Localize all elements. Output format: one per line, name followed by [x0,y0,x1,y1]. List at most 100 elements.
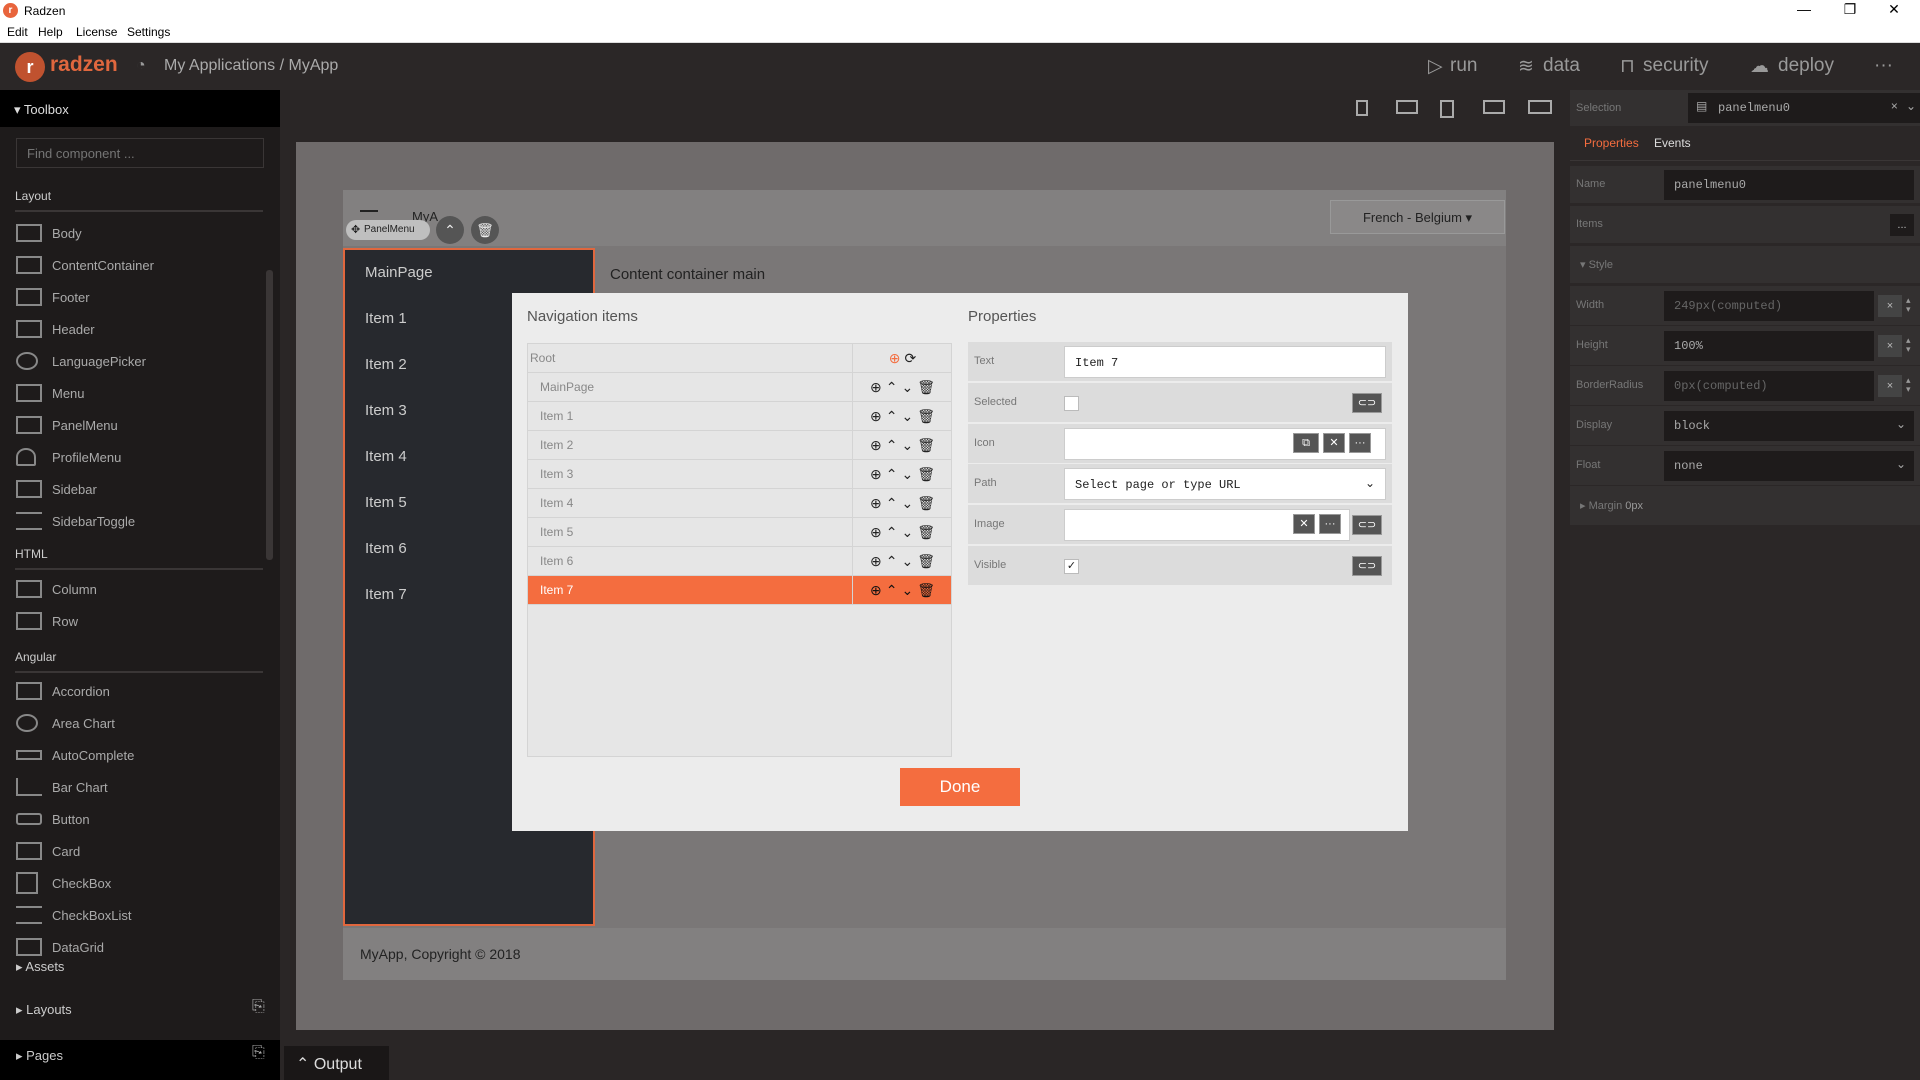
open-external-icon[interactable]: ⧉ [1293,433,1319,453]
clear-icon[interactable]: ✕ [1323,433,1345,453]
trash-icon[interactable]: 🗑 [917,582,935,599]
trash-icon[interactable]: 🗑 [917,408,935,425]
toolbox-item-autocomplete[interactable]: AutoComplete [0,739,260,771]
move-down-icon[interactable]: ⌄ [901,408,913,425]
find-component-input[interactable] [16,138,264,168]
trash-icon[interactable]: 🗑 [917,379,935,396]
move-up-icon[interactable]: ⌃ [886,553,898,570]
tab-events[interactable]: Events [1654,136,1691,150]
bind-link-icon[interactable]: ⊂⊃ [1352,393,1382,413]
prop-margin[interactable]: ▸ Margin 0px [1570,486,1920,526]
toolbox-item-button[interactable]: Button [0,803,260,835]
footer-layouts[interactable]: ▸ Layouts [16,1002,72,1018]
nav-data[interactable]: data [1543,55,1580,77]
menu-help[interactable]: Help [38,25,63,39]
tree-row[interactable]: Item 1 ⊕ ⌃ ⌄ 🗑 [528,402,951,431]
nav-deploy[interactable]: deploy [1778,55,1834,77]
text-input[interactable]: Item 7 [1064,346,1386,378]
name-input[interactable]: panelmenu0 [1664,170,1914,200]
border-radius-input[interactable]: 0px(computed) [1664,371,1874,401]
width-input[interactable]: 249px(computed) [1664,291,1874,321]
tablet-landscape-icon[interactable] [1483,100,1505,114]
more-icon[interactable]: ··· [1319,514,1341,534]
toolbox-item-row[interactable]: Row [0,605,260,637]
tree-row-selected[interactable]: Item 7 ⊕ ⌃ ⌄ 🗑 [528,576,951,605]
bind-link-icon[interactable]: ⊂⊃ [1352,515,1382,535]
add-icon[interactable]: ⊕ [870,437,882,454]
move-up-icon[interactable]: ⌃ [886,408,898,425]
toolbox-item-checkboxlist[interactable]: CheckBoxList [0,899,260,931]
move-down-icon[interactable]: ⌄ [901,466,913,483]
done-button[interactable]: Done [900,768,1020,806]
toolbox-item-profilemenu[interactable]: ProfileMenu [0,441,260,473]
add-icon[interactable]: ⊕ [870,553,882,570]
trash-icon[interactable]: 🗑 [917,466,935,483]
visible-checkbox[interactable]: ✓ [1064,559,1079,574]
add-icon[interactable]: ⊕ [870,524,882,541]
toolbox-item-area-chart[interactable]: Area Chart [0,707,260,739]
tree-row[interactable]: Item 4 ⊕ ⌃ ⌄ 🗑 [528,489,951,518]
tree-row[interactable]: Item 5 ⊕ ⌃ ⌄ 🗑 [528,518,951,547]
clear-icon[interactable]: ✕ [1293,514,1315,534]
menu-license[interactable]: License [76,25,117,39]
move-down-icon[interactable]: ⌄ [901,582,913,599]
add-icon[interactable]: ⊕ [870,582,882,599]
add-layout-icon[interactable]: ⎘ [252,998,265,1016]
language-picker[interactable]: French - Belgium ▾ [1330,200,1505,234]
toolbox-item-panelmenu[interactable]: PanelMenu [0,409,260,441]
items-edit-button[interactable]: ... [1890,214,1914,236]
stepper-icon[interactable]: ▴ ▾ [1906,296,1911,314]
refresh-icon[interactable]: ⟳ [905,350,917,367]
move-up-icon[interactable]: ⌃ [886,437,898,454]
clear-icon[interactable]: × [1878,295,1902,317]
height-input[interactable]: 100% [1664,331,1874,361]
toolbox-scrollbar[interactable] [266,270,273,560]
toolbox-item-column[interactable]: Column [0,573,260,605]
footer-assets[interactable]: ▸ Assets [16,959,64,975]
move-up-icon[interactable]: ⌃ [886,495,898,512]
toolbox-item-footer[interactable]: Footer [0,281,260,313]
phone-icon[interactable] [1356,100,1368,116]
stepper-icon[interactable]: ▴ ▾ [1906,336,1911,354]
toolbox-item-sidebartoggle[interactable]: SidebarToggle [0,505,260,537]
tablet-icon[interactable] [1440,100,1454,118]
nav-security[interactable]: security [1643,55,1708,77]
breadcrumb[interactable]: My Applications / MyApp [164,57,338,75]
trash-icon[interactable]: 🗑 [917,437,935,454]
nav-run[interactable]: run [1450,55,1477,77]
move-up-icon[interactable]: ⌃ [886,524,898,541]
toolbox-header[interactable]: ▾ Toolbox [0,90,280,127]
toolbox-item-sidebar[interactable]: Sidebar [0,473,260,505]
move-down-icon[interactable]: ⌄ [901,495,913,512]
clear-icon[interactable]: × [1878,335,1902,357]
desktop-icon[interactable] [1528,100,1552,114]
toolbox-item-languagepicker[interactable]: LanguagePicker [0,345,260,377]
move-up-icon[interactable]: ⌃ [886,379,898,396]
toolbox-item-contentcontainer[interactable]: ContentContainer [0,249,260,281]
add-icon[interactable]: ⊕ [889,350,901,367]
move-up-icon[interactable]: ⌃ [886,582,898,599]
toolbox-item-card[interactable]: Card [0,835,260,867]
move-icon[interactable]: ✥ [351,223,360,236]
menu-settings[interactable]: Settings [127,25,170,39]
style-section[interactable]: ▾ Style [1570,246,1920,284]
trash-icon[interactable]: 🗑 [917,495,935,512]
toolbox-item-header[interactable]: Header [0,313,260,345]
clear-icon[interactable]: × [1891,100,1898,114]
toolbox-item-body[interactable]: Body [0,217,260,249]
move-up-button[interactable]: ⌃ [436,216,464,244]
selection-select[interactable]: panelmenu0 ▤ × ⌄ [1688,93,1920,123]
toolbox-item-bar-chart[interactable]: Bar Chart [0,771,260,803]
output-toggle[interactable]: ⌃ Output [284,1046,389,1080]
tree-row[interactable]: MainPage ⊕ ⌃ ⌄ 🗑 [528,373,951,402]
footer-pages[interactable]: ▸ Pages [16,1048,63,1064]
restore-button[interactable]: ❐ [1830,1,1870,18]
toolbox-item-checkbox[interactable]: CheckBox [0,867,260,899]
float-select[interactable]: none ⌄ [1664,451,1914,481]
tree-root[interactable]: Root ⊕ ⟳ [528,344,951,373]
add-page-icon[interactable]: ⎘ [252,1044,265,1062]
phone-landscape-icon[interactable] [1396,100,1418,114]
move-down-icon[interactable]: ⌄ [901,524,913,541]
add-icon[interactable]: ⊕ [870,495,882,512]
tree-row[interactable]: Item 6 ⊕ ⌃ ⌄ 🗑 [528,547,951,576]
